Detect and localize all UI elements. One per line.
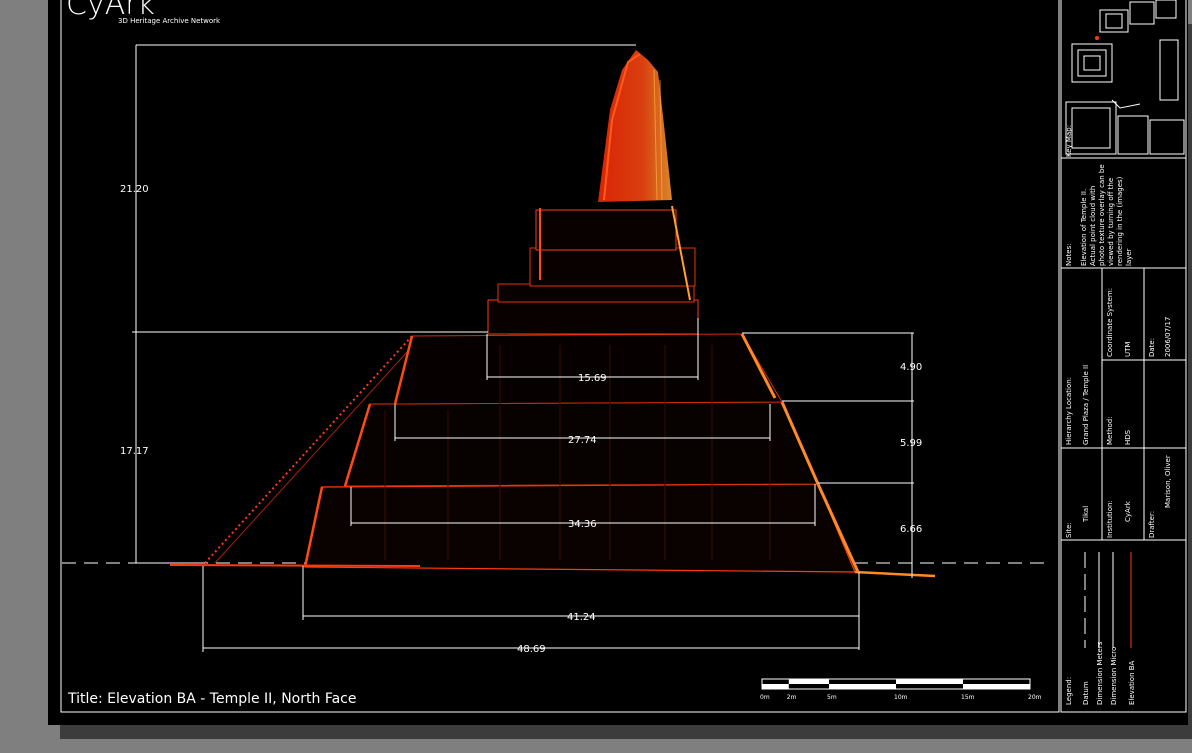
key-map-marker — [1095, 36, 1099, 40]
institution-label: Institution: — [1106, 500, 1114, 538]
dim-right-top: 4.90 — [900, 362, 922, 373]
drawing-title: Title: Elevation BA - Temple II, North F… — [67, 691, 356, 707]
site-label: Site: — [1065, 522, 1073, 538]
scale-bar-label: 10m — [894, 694, 908, 701]
temple-platform — [487, 299, 699, 335]
date-value: 2006/07/17 — [1164, 317, 1172, 357]
hierarchy-label: Hierarchy Location: — [1065, 377, 1073, 445]
legend-dimension-meters: Dimension Meters — [1096, 641, 1104, 705]
title-block: Key Map: Notes: Elevation of Temple II. A… — [1061, 0, 1186, 705]
scale-bar-label: 20m — [1028, 694, 1042, 701]
notes-line: rendering in the (images) — [1116, 176, 1124, 266]
scale-bar-label: 5m — [827, 694, 837, 701]
logo-subtitle: 3D Heritage Archive Network — [118, 17, 221, 25]
notes-text: Elevation of Temple II. Actual point clou… — [1080, 164, 1133, 266]
scale-bar-segment — [963, 684, 1030, 689]
coordinate-label: Coordinate System: — [1106, 288, 1114, 357]
dim-width-3: 34.36 — [568, 519, 597, 530]
scale-bar-label: 2m — [787, 694, 797, 701]
dim-width-4: 41.24 — [567, 612, 596, 623]
notes-line: photo texture overlay can be — [1098, 164, 1106, 266]
notes-line: Actual point cloud with — [1089, 186, 1097, 266]
dim-width-1: 15.69 — [578, 373, 607, 384]
scale-bar-label: 0m — [760, 694, 770, 701]
elevation-drawing: CyArk 3D Heritage Archive Network 21.20 … — [60, 0, 1187, 713]
notes-label: Notes: — [1065, 243, 1073, 266]
institution-value: CyArk — [1124, 500, 1132, 522]
scale-bar-segment — [788, 679, 829, 684]
scale-bar-segment — [762, 684, 789, 689]
method-value: HDS — [1124, 429, 1132, 445]
dim-overall-top: 21.20 — [120, 184, 149, 195]
notes-line: viewed by turning off the — [1107, 178, 1115, 266]
notes-line: layer — [1125, 248, 1133, 266]
drafter-value: Marison, Oliver — [1164, 455, 1172, 508]
hierarchy-value: Grand Plaza / Temple II — [1082, 365, 1090, 445]
tier-3 — [394, 333, 783, 405]
dim-width-2: 27.74 — [568, 435, 597, 446]
dim-right-mid: 5.99 — [900, 438, 922, 449]
temple-elevation — [169, 50, 936, 578]
site-value: Tikal — [1082, 506, 1090, 523]
legend-dimension-micro: Dimension Micro — [1110, 647, 1118, 705]
key-map — [1065, 0, 1185, 155]
notes-line: Elevation of Temple II. — [1080, 189, 1088, 266]
key-map-label: Key Map: — [1065, 125, 1073, 157]
dim-width-5: 48.69 — [517, 644, 546, 655]
coordinate-value: UTM — [1124, 342, 1132, 357]
method-label: Method: — [1106, 416, 1114, 445]
scale-bar-segment — [829, 684, 896, 689]
scale-bar-label: 15m — [961, 694, 975, 701]
dim-right-bottom: 6.66 — [900, 524, 922, 535]
scale-bar: 0m 2m 5m 10m 15m 20m — [760, 678, 1042, 701]
scale-bar-segment — [896, 679, 963, 684]
drafter-label: Drafter: — [1148, 511, 1156, 538]
dim-overall-bottom: 17.17 — [120, 446, 149, 457]
legend-label: Legend: — [1065, 677, 1073, 705]
legend-elevation: Elevation BA — [1128, 660, 1136, 705]
legend-datum: Datum — [1082, 681, 1090, 705]
date-label: Date: — [1148, 338, 1156, 357]
